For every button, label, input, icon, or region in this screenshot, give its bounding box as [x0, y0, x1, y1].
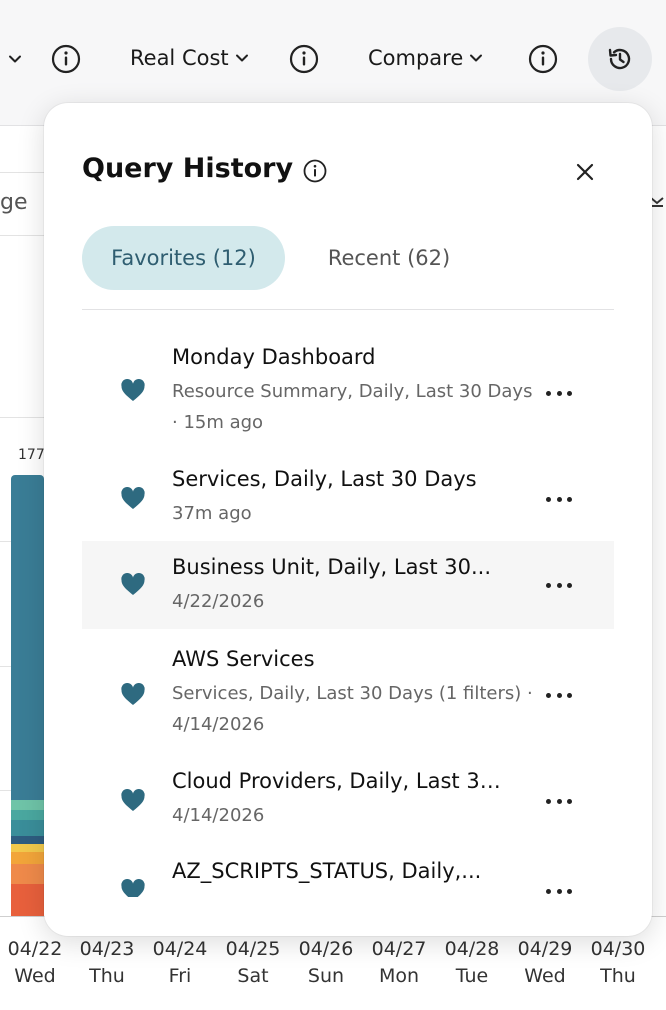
tick-day: Thu [600, 965, 636, 987]
grid-line [0, 172, 44, 173]
query-history-popover: Query History Favorites (12) Recent (62)… [44, 103, 652, 936]
chart-bar-segment[interactable] [11, 836, 44, 844]
heart-icon[interactable] [120, 379, 146, 403]
history-icon [608, 48, 631, 70]
tick-date: 04/29 [517, 938, 573, 960]
chart-bar-segment[interactable] [11, 820, 44, 836]
item-subtitle: 4/22/2026 [172, 591, 265, 612]
item-title: Business Unit, Daily, Last 30... [172, 555, 492, 579]
real-cost-dropdown[interactable]: Real Cost [130, 40, 249, 76]
tick-date: 04/28 [444, 938, 500, 960]
chevron-down-icon[interactable] [8, 52, 22, 66]
compare-label: Compare [368, 46, 464, 70]
heart-icon[interactable] [120, 683, 146, 707]
heart-icon[interactable] [120, 487, 146, 511]
list-item[interactable]: AWS Services Services, Daily, Last 30 Day… [82, 629, 614, 751]
list-item[interactable]: Cloud Providers, Daily, Last 30... 4/14/2… [82, 751, 614, 841]
history-button[interactable] [588, 27, 652, 91]
compare-dropdown[interactable]: Compare [368, 40, 483, 76]
heart-icon[interactable] [120, 879, 146, 897]
x-axis-tick-label: 04/26 Sun [291, 936, 361, 990]
tick-date: 04/24 [152, 938, 208, 960]
info-icon[interactable] [302, 158, 328, 184]
chart-bar-segment[interactable] [11, 864, 44, 884]
x-axis-tick-label: 04/28 Tue [437, 936, 507, 990]
tick-day: Thu [89, 965, 125, 987]
tick-day: Mon [378, 965, 420, 987]
query-history-list: Monday Dashboard Resource Summary, Daily… [82, 329, 614, 897]
item-title: AWS Services [172, 647, 315, 671]
bar-value-label: 177 [18, 447, 45, 463]
item-subtitle: 4/14/2026 [172, 805, 265, 826]
more-options-button[interactable] [544, 791, 574, 811]
x-axis-tick-label: 04/22 Wed [0, 936, 70, 990]
info-icon[interactable] [527, 43, 559, 75]
item-title: Services, Daily, Last 30 Days [172, 467, 477, 491]
list-item[interactable]: Business Unit, Daily, Last 30... 4/22/202… [82, 541, 614, 629]
tick-date: 04/25 [225, 938, 281, 960]
real-cost-label: Real Cost [130, 46, 229, 70]
info-icon[interactable] [50, 43, 82, 75]
chart-bar-segment[interactable] [11, 844, 44, 852]
chart-bar-segment[interactable] [11, 475, 44, 800]
list-item[interactable]: Services, Daily, Last 30 Days 37m ago [82, 451, 614, 533]
chart-bar-segment[interactable] [11, 884, 44, 916]
chevron-down-icon [470, 54, 483, 62]
tick-date: 04/30 [590, 938, 646, 960]
more-options-button[interactable] [544, 685, 574, 705]
tick-date: 04/27 [371, 938, 427, 960]
item-subtitle: 37m ago [172, 503, 252, 524]
background-partial-label: ge [0, 190, 28, 215]
tick-day: Sat [237, 965, 269, 987]
item-title: Cloud Providers, Daily, Last 30... [172, 769, 502, 793]
item-subtitle: 4/14/2026 [172, 890, 542, 897]
x-axis-tick-label: 04/23 Thu [72, 936, 142, 990]
x-axis-tick-label: 04/24 Fri [145, 936, 215, 990]
info-icon[interactable] [288, 43, 320, 75]
x-axis-tick-label: 04/25 Sat [218, 936, 288, 990]
divider [82, 309, 614, 310]
chevron-down-icon [235, 54, 248, 62]
tab-favorites[interactable]: Favorites (12) [82, 226, 285, 290]
list-item[interactable]: AZ_SCRIPTS_STATUS, Daily,... 4/14/2026 [82, 841, 614, 897]
x-axis-tick-label: 04/30 Thu [583, 936, 653, 990]
list-item[interactable]: Monday Dashboard Resource Summary, Daily… [82, 329, 614, 441]
item-title: AZ_SCRIPTS_STATUS, Daily,... [172, 859, 482, 883]
chart-bar-segment[interactable] [11, 852, 44, 864]
more-options-button[interactable] [544, 881, 574, 897]
item-title: Monday Dashboard [172, 345, 376, 369]
item-subtitle: Services, Daily, Last 30 Days (1 filters… [172, 683, 533, 735]
chart-bar-segment[interactable] [11, 800, 44, 810]
heart-icon[interactable] [120, 789, 146, 813]
tick-date: 04/23 [79, 938, 135, 960]
tab-recent[interactable]: Recent (62) [302, 226, 476, 290]
more-options-button[interactable] [544, 575, 574, 595]
grid-line [0, 417, 44, 418]
heart-icon[interactable] [120, 573, 146, 597]
more-options-button[interactable] [544, 383, 574, 403]
tick-day: Tue [455, 965, 489, 987]
tick-day: Wed [14, 965, 56, 987]
more-options-button[interactable] [544, 489, 574, 509]
x-axis-tick-label: 04/27 Mon [364, 936, 434, 990]
grid-line [0, 235, 44, 236]
close-icon [576, 163, 594, 181]
chart-bar-segment[interactable] [11, 810, 44, 820]
tick-day: Fri [168, 965, 192, 987]
tick-day: Wed [524, 965, 566, 987]
tick-day: Sun [307, 965, 345, 987]
x-axis-tick-label: 04/29 Wed [510, 936, 580, 990]
tick-date: 04/22 [7, 938, 63, 960]
popover-title: Query History [82, 153, 294, 184]
close-button[interactable] [570, 157, 600, 187]
tick-date: 04/26 [298, 938, 354, 960]
item-subtitle: Resource Summary, Daily, Last 30 Days · … [172, 381, 533, 433]
